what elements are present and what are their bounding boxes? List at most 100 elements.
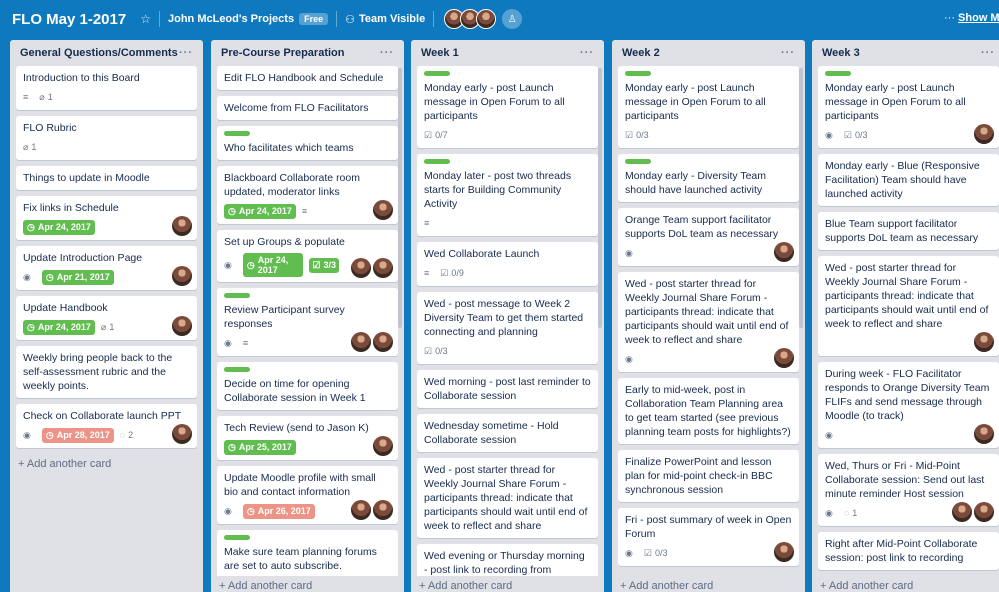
list-header: Week 1 ···	[411, 40, 604, 66]
board-members[interactable]	[444, 9, 497, 29]
list-title[interactable]: Week 2	[622, 47, 660, 59]
card[interactable]: Orange Team support facilitator supports…	[618, 208, 799, 266]
watch-badge: ◉	[825, 430, 836, 441]
card[interactable]: Review Participant survey responses ◉ ≡	[217, 288, 398, 356]
add-card-button[interactable]: + Add another card	[812, 576, 999, 592]
card[interactable]: Wed - post starter thread for Weekly Jou…	[618, 272, 799, 372]
card[interactable]: Things to update in Moodle	[16, 166, 197, 190]
card[interactable]: Edit FLO Handbook and Schedule	[217, 66, 398, 90]
card[interactable]: Blackboard Collaborate room updated, mod…	[217, 166, 398, 224]
card[interactable]: Monday later - post two threads starts f…	[417, 154, 598, 236]
card[interactable]: Blue Team support facilitator supports D…	[818, 212, 999, 250]
member-avatar[interactable]	[172, 266, 192, 286]
due-date-badge: ◷ Apr 24, 2017	[242, 253, 304, 277]
list-title[interactable]: General Questions/Comments	[20, 47, 178, 59]
list-title[interactable]: Week 3	[822, 47, 860, 59]
header-divider	[336, 11, 338, 27]
list-menu-icon[interactable]: ···	[380, 47, 394, 59]
member-avatar[interactable]	[373, 500, 393, 520]
card[interactable]: Weekly bring people back to the self-ass…	[16, 346, 197, 398]
list-menu-icon[interactable]: ···	[781, 47, 795, 59]
member-avatar[interactable]	[351, 500, 371, 520]
member-avatar[interactable]	[373, 258, 393, 278]
list-title[interactable]: Week 1	[421, 47, 459, 59]
list-title[interactable]: Pre-Course Preparation	[221, 47, 344, 59]
member-avatar[interactable]	[351, 258, 371, 278]
member-avatar[interactable]	[373, 436, 393, 456]
star-icon[interactable]: ☆	[140, 12, 151, 26]
card[interactable]: Welcome from FLO Facilitators	[217, 96, 398, 120]
member-avatar[interactable]	[373, 332, 393, 352]
list-scrollbar[interactable]	[398, 68, 402, 328]
add-card-button[interactable]: + Add another card	[10, 454, 203, 474]
member-avatar[interactable]	[774, 242, 794, 262]
list-menu-icon[interactable]: ···	[981, 47, 995, 59]
card-label[interactable]	[825, 71, 851, 76]
card-label[interactable]	[224, 293, 250, 298]
add-card-button[interactable]: + Add another card	[411, 576, 604, 592]
list-scrollbar[interactable]	[598, 68, 602, 328]
list-menu-icon[interactable]: ···	[179, 47, 193, 59]
card[interactable]: During week - FLO Facilitator responds t…	[818, 362, 999, 448]
member-avatar[interactable]	[373, 200, 393, 220]
member-avatar[interactable]	[351, 332, 371, 352]
list-menu-icon[interactable]: ···	[580, 47, 594, 59]
member-avatar[interactable]	[952, 502, 972, 522]
member-avatar[interactable]	[974, 502, 994, 522]
add-card-button[interactable]: + Add another card	[211, 576, 404, 592]
card[interactable]: Fri - post summary of week in Open Forum…	[618, 508, 799, 566]
card-label[interactable]	[424, 71, 450, 76]
card[interactable]: Wed - post starter thread for Weekly Jou…	[818, 256, 999, 356]
card-label[interactable]	[224, 367, 250, 372]
card[interactable]: Wednesday sometime - Hold Collaborate se…	[417, 414, 598, 452]
member-avatar[interactable]	[172, 216, 192, 236]
card[interactable]: Wed - post message to Week 2 Diversity T…	[417, 292, 598, 364]
card[interactable]: Monday early - post Launch message in Op…	[818, 66, 999, 148]
card[interactable]: Fix links in Schedule ◷ Apr 24, 2017	[16, 196, 197, 240]
visibility-button[interactable]: Team Visible	[359, 13, 425, 25]
member-avatar[interactable]	[774, 542, 794, 562]
card[interactable]: Wed morning - post last reminder to Coll…	[417, 370, 598, 408]
card[interactable]: Early to mid-week, post in Collaboration…	[618, 378, 799, 444]
card[interactable]: Wed Collaborate Launch ≡ ☑ 0/9	[417, 242, 598, 286]
card[interactable]: Update Handbook ◷ Apr 24, 2017 ⌀ 1	[16, 296, 197, 340]
card[interactable]: Wed, Thurs or Fri - Mid-Point Collaborat…	[818, 454, 999, 526]
card-title: Welcome from FLO Facilitators	[224, 102, 369, 114]
card[interactable]: Make sure team planning forums are set t…	[217, 530, 398, 578]
card[interactable]: FLO Rubric ⌀ 1	[16, 116, 197, 160]
card[interactable]: Update Introduction Page ◉ ◷ Apr 21, 2017	[16, 246, 197, 290]
member-avatar[interactable]	[172, 424, 192, 444]
card[interactable]: Tech Review (send to Jason K) ◷ Apr 25, 20…	[217, 416, 398, 460]
member-avatar[interactable]	[974, 332, 994, 352]
card[interactable]: Update Moodle profile with small bio and…	[217, 466, 398, 524]
member-avatar[interactable]	[974, 424, 994, 444]
list-scrollbar[interactable]	[799, 68, 803, 328]
card[interactable]: Introduction to this Board ≡ ⌀ 1	[16, 66, 197, 110]
card[interactable]: Finalize PowerPoint and lesson plan for …	[618, 450, 799, 502]
card-label[interactable]	[424, 159, 450, 164]
card[interactable]: Monday early - Diversity Team should hav…	[618, 154, 799, 202]
card[interactable]: Set up Groups & populate ◉ ◷ Apr 24, 2017 ☑ 3…	[217, 230, 398, 282]
team-name[interactable]: John McLeod's Projects	[168, 13, 294, 25]
card-label[interactable]	[224, 131, 250, 136]
card[interactable]: Wed - post starter thread for Weekly Jou…	[417, 458, 598, 538]
avatar[interactable]	[476, 9, 497, 29]
card[interactable]: Monday early - Blue (Responsive Facilita…	[818, 154, 999, 206]
card[interactable]: Decide on time for opening Collaborate s…	[217, 362, 398, 410]
card[interactable]: Who facilitates which teams	[217, 126, 398, 160]
member-avatar[interactable]	[974, 124, 994, 144]
card[interactable]: Right after Mid-Point Collaborate sessio…	[818, 532, 999, 570]
invite-member-icon[interactable]: ♙	[502, 9, 523, 29]
add-card-button[interactable]: + Add another card	[612, 576, 805, 592]
card[interactable]: Monday early - post Launch message in Op…	[618, 66, 799, 148]
card-label[interactable]	[625, 71, 651, 76]
card-label[interactable]	[625, 159, 651, 164]
board-title[interactable]: FLO May 1-2017	[12, 11, 126, 28]
description-badge: ≡	[424, 218, 432, 228]
member-avatar[interactable]	[774, 348, 794, 368]
member-avatar[interactable]	[172, 316, 192, 336]
card[interactable]: Monday early - post Launch message in Op…	[417, 66, 598, 148]
card-label[interactable]	[224, 535, 250, 540]
show-menu-button[interactable]: ··· Show Menu	[944, 12, 999, 24]
card[interactable]: Check on Collaborate launch PPT ◉ ◷ Apr 28,…	[16, 404, 197, 448]
